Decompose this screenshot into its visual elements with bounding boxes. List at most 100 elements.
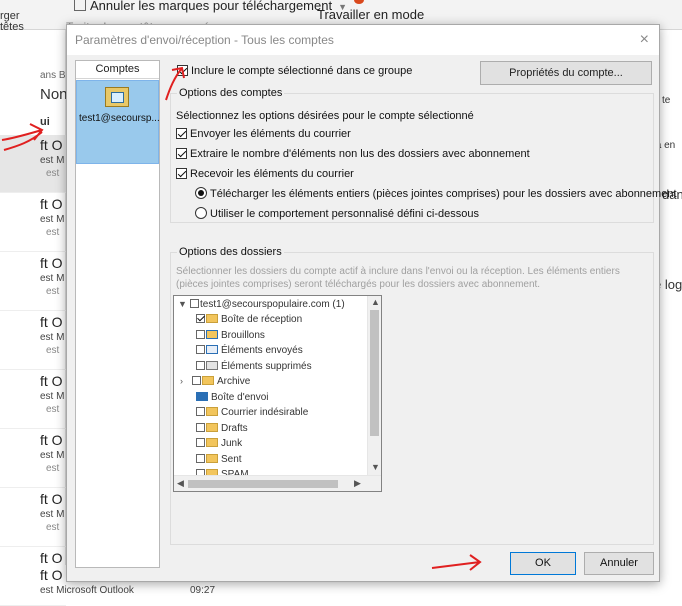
tree-root-account[interactable]: ▼ test1@secourspopulaire.com (1) bbox=[178, 299, 345, 314]
work-offline-icon bbox=[354, 0, 364, 4]
list-item-t3: est bbox=[46, 168, 60, 179]
list-item[interactable]: ft O est M est bbox=[0, 489, 66, 547]
column-header-from[interactable]: Non bbox=[40, 86, 68, 103]
list-item[interactable]: ft O est M est bbox=[0, 194, 66, 252]
scrollbar-thumb[interactable] bbox=[370, 310, 379, 436]
account-properties-button[interactable]: Propriétés du compte... bbox=[480, 61, 652, 85]
scroll-left-icon[interactable]: ◀ bbox=[177, 478, 184, 489]
folder-icon bbox=[206, 453, 218, 463]
checkbox-checked-icon bbox=[176, 168, 187, 179]
tree-vertical-scrollbar[interactable]: ▲ ▼ bbox=[367, 296, 381, 476]
folder-checkbox[interactable] bbox=[196, 407, 205, 416]
folder-icon bbox=[206, 438, 218, 447]
checkbox-checked-icon bbox=[177, 65, 188, 76]
dialog-titlebar[interactable]: Paramètres d'envoi/réception - Tous les … bbox=[67, 25, 659, 55]
list-item-t3: est bbox=[46, 404, 60, 415]
scroll-down-icon[interactable]: ▼ bbox=[371, 462, 380, 472]
receive-items-checkbox[interactable]: Recevoir les éléments du courrier bbox=[176, 168, 354, 180]
custom-behavior-radio[interactable]: Utiliser le comportement personnalisé dé… bbox=[195, 207, 479, 220]
folder-checkbox[interactable] bbox=[196, 314, 205, 323]
tree-folder-item[interactable]: › Archive bbox=[180, 376, 251, 391]
tree-folder-item[interactable]: Sent bbox=[196, 453, 242, 469]
checkbox-checked-icon bbox=[176, 148, 187, 159]
close-icon[interactable]: × bbox=[640, 31, 649, 49]
folder-checkbox[interactable] bbox=[196, 453, 205, 463]
folder-label: Éléments supprimés bbox=[221, 360, 312, 372]
account-item-test1[interactable]: test1@secoursp... bbox=[76, 80, 159, 164]
undo-icon bbox=[74, 0, 86, 11]
tree-folder-item[interactable]: Courrier indésirable bbox=[196, 407, 308, 422]
tree-folder-item[interactable]: Boîte de réception bbox=[196, 314, 302, 329]
list-item[interactable]: ft O est M est bbox=[0, 312, 66, 370]
scroll-up-icon[interactable]: ▲ bbox=[371, 297, 380, 307]
list-item-t1: ft O bbox=[40, 491, 63, 507]
tree-folder-item[interactable]: Junk bbox=[196, 438, 242, 453]
tree-folder-item[interactable]: Éléments supprimés bbox=[196, 360, 312, 376]
tree-folder-item[interactable]: Brouillons bbox=[196, 329, 265, 345]
ok-button[interactable]: OK bbox=[510, 552, 576, 575]
cancel-button[interactable]: Annuler bbox=[584, 552, 654, 575]
accounts-list[interactable]: Comptes test1@secoursp... bbox=[75, 60, 160, 568]
account-tree-icon bbox=[190, 299, 199, 308]
list-item-t2: est M bbox=[40, 450, 65, 461]
folder-icon bbox=[206, 407, 218, 416]
chevron-right-icon[interactable]: › bbox=[180, 376, 192, 386]
list-item-t2: est M bbox=[40, 332, 65, 343]
undo-marks-button[interactable]: Annuler les marques pour téléchargement ▼ bbox=[74, 0, 347, 13]
message-sender: est Microsoft Outlook bbox=[40, 585, 134, 596]
list-item[interactable]: ft O est M est bbox=[0, 253, 66, 311]
tree-folder-item[interactable]: Boîte d'envoi bbox=[196, 391, 269, 407]
folder-checkbox[interactable] bbox=[196, 422, 205, 432]
download-full-radio[interactable]: Télécharger les éléments entiers (pièces… bbox=[195, 187, 677, 200]
radio-unselected-icon bbox=[195, 207, 207, 219]
account-icon bbox=[105, 87, 129, 107]
unread-count-checkbox[interactable]: Extraire le nombre d'éléments non lus de… bbox=[176, 148, 530, 160]
send-items-label: Envoyer les éléments du courrier bbox=[190, 128, 351, 140]
folder-label: Drafts bbox=[221, 422, 248, 434]
folder-checkbox[interactable] bbox=[196, 360, 205, 370]
chevron-down-icon[interactable]: ▼ bbox=[178, 299, 190, 309]
list-item-t2: est M bbox=[40, 155, 65, 166]
scrollbar-thumb[interactable] bbox=[188, 480, 338, 488]
accounts-header: Comptes bbox=[76, 61, 159, 79]
list-item-t3: est bbox=[46, 345, 60, 356]
folder-label: Brouillons bbox=[221, 329, 265, 341]
list-item-t1: ft O bbox=[40, 314, 63, 330]
reading-pane: te k a en dans e log bbox=[648, 30, 682, 600]
tree-folder-item[interactable]: Éléments envoyés bbox=[196, 345, 303, 360]
account-options-hint: Sélectionnez les options désirées pour l… bbox=[176, 110, 474, 122]
list-item-t2: est M bbox=[40, 391, 65, 402]
folder-label: Sent bbox=[221, 453, 242, 465]
send-receive-settings-dialog: Paramètres d'envoi/réception - Tous les … bbox=[66, 24, 677, 582]
list-item[interactable]: ft O est M est bbox=[0, 135, 66, 193]
tree-folder-item[interactable]: Drafts bbox=[196, 422, 248, 438]
dialog-title: Paramètres d'envoi/réception - Tous les … bbox=[75, 33, 334, 47]
folder-icon bbox=[206, 422, 218, 432]
folder-label: Boîte de réception bbox=[221, 314, 303, 325]
folder-options-hint-2: (pièces jointes comprises) seront téléch… bbox=[176, 279, 541, 290]
folder-checkbox[interactable] bbox=[196, 345, 205, 354]
tree-horizontal-scrollbar[interactable]: ◀ ▶ bbox=[174, 475, 381, 491]
work-offline-button[interactable]: Travailler en mode bbox=[317, 7, 424, 22]
folder-options-hint-1: Sélectionner les dossiers du compte acti… bbox=[176, 266, 620, 277]
list-item[interactable]: ft O est M est bbox=[0, 430, 66, 488]
folder-checkbox[interactable] bbox=[192, 376, 201, 385]
message-sender-short: ft O bbox=[40, 567, 63, 583]
folder-label: Junk bbox=[221, 438, 243, 449]
tree-root-label: test1@secourspopulaire.com (1) bbox=[200, 299, 345, 310]
include-account-checkbox[interactable]: Inclure le compte sélectionné dans ce gr… bbox=[177, 65, 412, 77]
folder-icon bbox=[196, 391, 208, 401]
folder-tree[interactable]: ▼ test1@secourspopulaire.com (1) Boîte de… bbox=[173, 295, 382, 492]
list-item[interactable]: ft O est M est bbox=[0, 371, 66, 429]
list-item-t3: est bbox=[46, 522, 60, 533]
folder-icon bbox=[202, 376, 214, 385]
date-group-today: ui bbox=[40, 116, 50, 128]
scroll-right-icon[interactable]: ▶ bbox=[354, 478, 361, 489]
folder-icon bbox=[206, 329, 218, 339]
folder-checkbox[interactable] bbox=[196, 329, 205, 339]
folder-checkbox[interactable] bbox=[196, 438, 205, 447]
list-item-t2: est M bbox=[40, 273, 65, 284]
send-items-checkbox[interactable]: Envoyer les éléments du courrier bbox=[176, 128, 351, 140]
folder-label: Archive bbox=[217, 376, 251, 387]
custom-behavior-label: Utiliser le comportement personnalisé dé… bbox=[210, 208, 480, 220]
